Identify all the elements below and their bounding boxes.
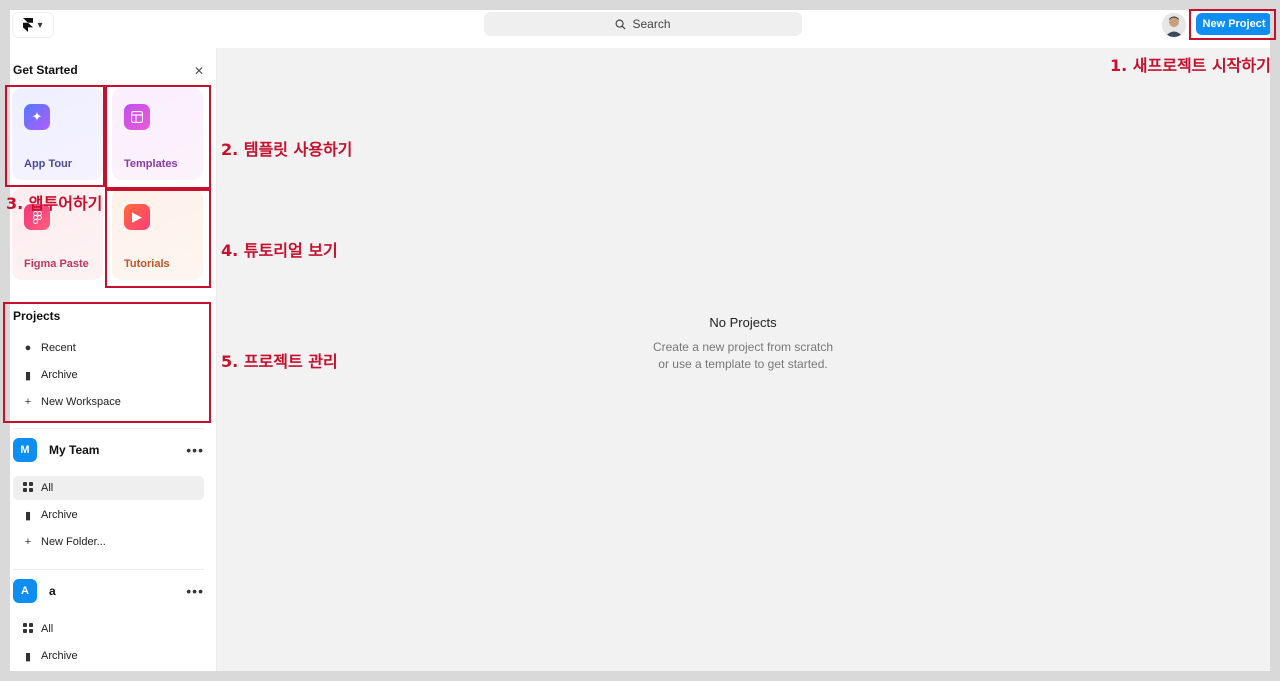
annotation-box-new-project: [1189, 9, 1276, 40]
annotation-box-projects: [3, 302, 211, 423]
trash-icon: ▮: [24, 650, 32, 663]
projects-empty-state: No Projects Create a new project from sc…: [216, 48, 1270, 671]
empty-line-2: or use a template to get started.: [658, 357, 828, 371]
more-icon[interactable]: •••: [186, 583, 204, 599]
search-icon: [615, 19, 626, 30]
nav-label: New Folder...: [41, 536, 106, 548]
figma-paste-label: Figma Paste: [24, 258, 89, 270]
team-header-my-team[interactable]: M My Team •••: [13, 437, 204, 463]
team-badge: A: [13, 579, 37, 603]
divider: [13, 428, 204, 429]
nav-team-archive[interactable]: ▮ Archive: [13, 503, 204, 527]
chevron-down-icon: ▾: [37, 19, 43, 31]
trash-icon: ▮: [24, 509, 32, 522]
annotation-box-tutorials: [105, 189, 211, 288]
empty-line-1: Create a new project from scratch: [652, 340, 834, 354]
team-header-a[interactable]: A a •••: [13, 578, 204, 604]
workspace-menu-button[interactable]: ▾: [13, 13, 53, 37]
grid-icon: [16, 622, 40, 636]
team-name: My Team: [49, 443, 100, 457]
avatar[interactable]: [1162, 13, 1186, 37]
nav-team-all[interactable]: All: [13, 617, 204, 641]
more-icon[interactable]: •••: [186, 442, 204, 458]
divider: [13, 569, 204, 570]
team-badge: M: [13, 438, 37, 462]
nav-label: Archive: [41, 509, 78, 521]
annotation-3: 3. 앱투어하기: [6, 194, 103, 213]
team-name: a: [49, 584, 56, 598]
plus-icon: +: [24, 536, 32, 548]
search-bar[interactable]: Search: [484, 12, 802, 36]
get-started-title: Get Started: [13, 63, 78, 77]
nav-new-folder[interactable]: + New Folder...: [13, 530, 204, 554]
empty-subtitle: Create a new project from scratch or use…: [216, 339, 1270, 373]
nav-label: Archive: [41, 650, 78, 662]
annotation-5: 5. 프로젝트 관리: [221, 352, 338, 371]
nav-label: All: [41, 482, 54, 494]
annotation-box-templates: [105, 85, 211, 189]
top-bar: ▾ Search New Project: [10, 10, 1270, 48]
search-label: Search: [632, 17, 671, 31]
annotation-box-app-tour: [5, 85, 105, 187]
nav-label: All: [41, 623, 54, 635]
close-icon[interactable]: ✕: [194, 64, 204, 78]
annotation-4: 4. 튜토리얼 보기: [221, 241, 338, 260]
grid-icon: [16, 481, 40, 495]
nav-team-all[interactable]: All: [13, 476, 204, 500]
empty-title: No Projects: [709, 315, 777, 330]
nav-team-archive[interactable]: ▮ Archive: [13, 644, 204, 668]
framer-logo-icon: [23, 18, 34, 32]
annotation-1: 1. 새프로젝트 시작하기: [1110, 56, 1271, 75]
annotation-2: 2. 템플릿 사용하기: [221, 140, 353, 159]
user-avatar-icon: [1162, 13, 1186, 37]
